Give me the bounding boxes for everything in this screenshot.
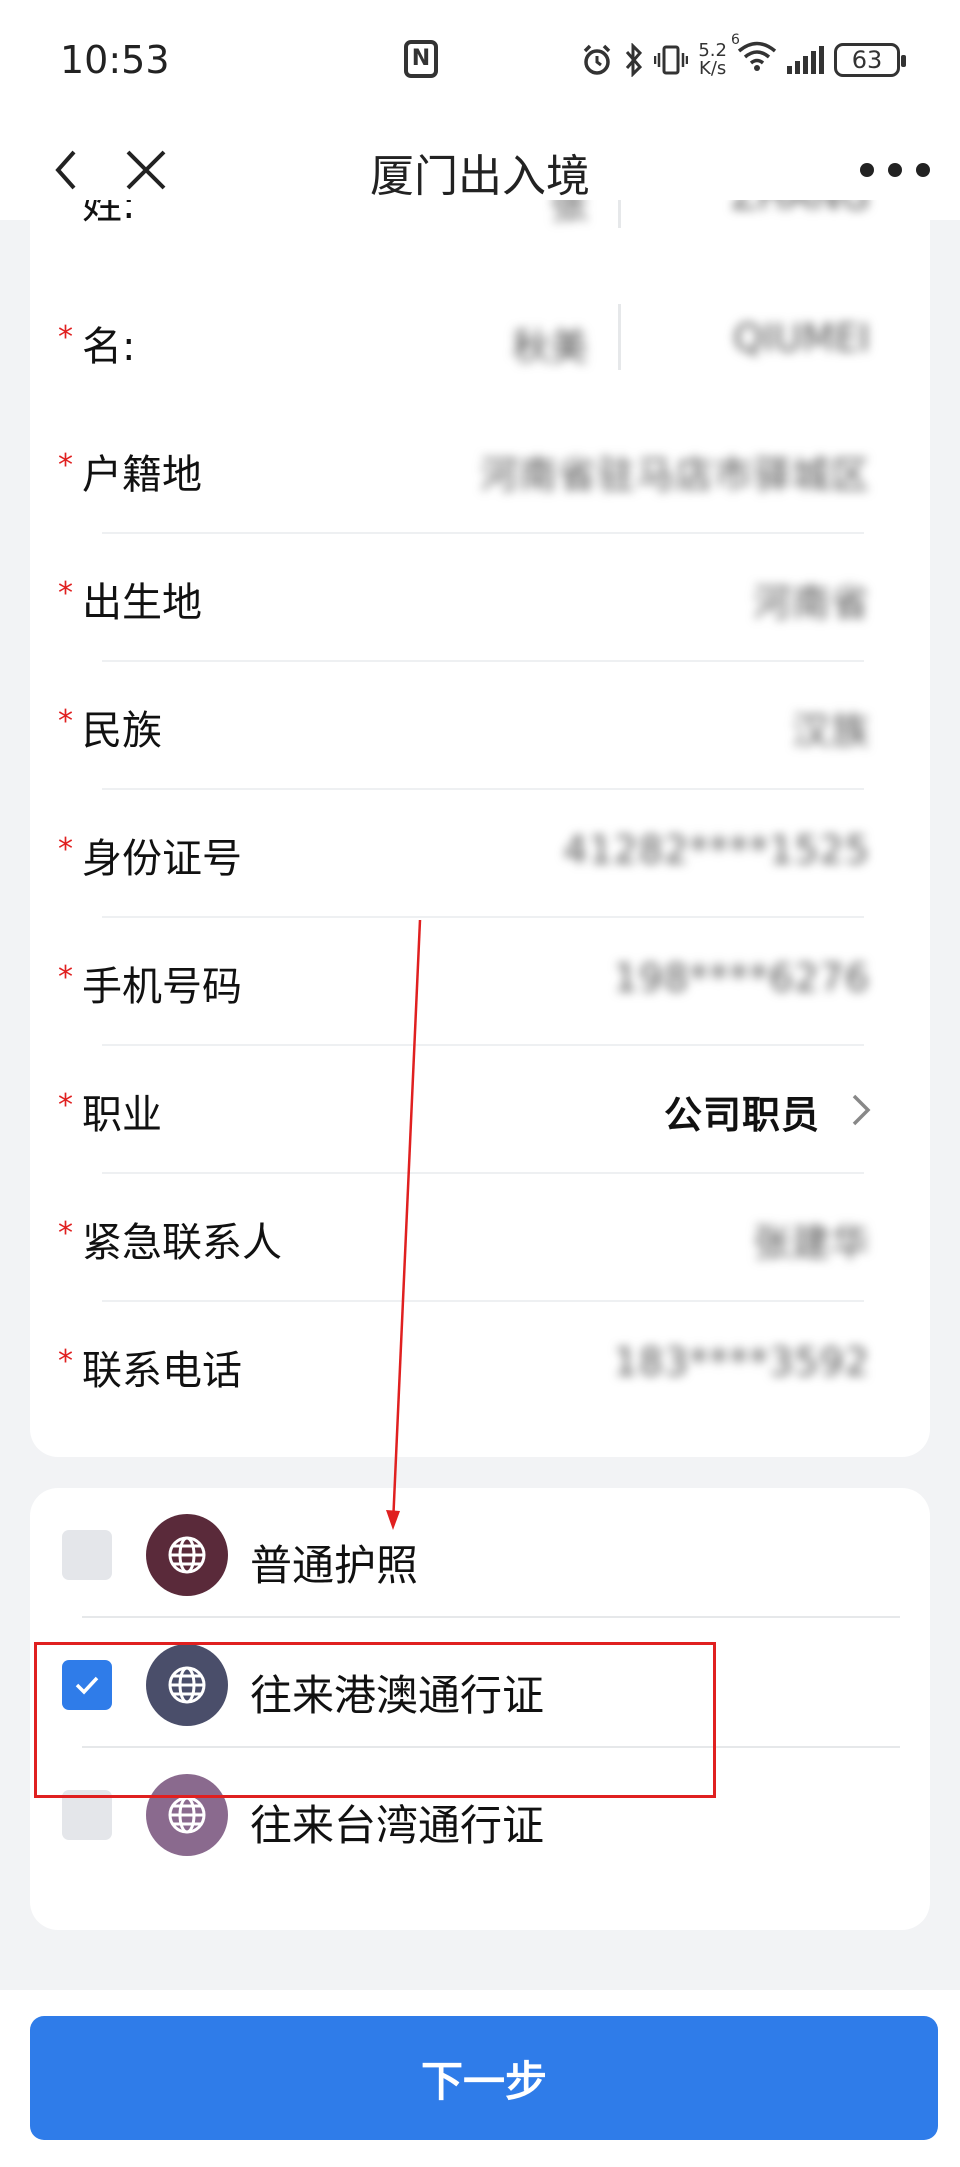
bottom-action-bar: 下一步 xyxy=(0,1990,960,2167)
form-value: 183****3592 xyxy=(613,1340,870,1384)
required-mark: * xyxy=(58,576,73,611)
occupation-value[interactable]: 公司职员 xyxy=(664,1084,820,1139)
surname-en-value[interactable]: ZHANG xyxy=(732,200,870,218)
vibrate-icon xyxy=(654,45,689,75)
more-icon-dot xyxy=(888,163,902,177)
net-speed: 5.2 K/s xyxy=(698,40,727,79)
form-value: 198****6276 xyxy=(613,956,870,1000)
form-row-emergency-contact[interactable]: * 紧急联系人 张建华 xyxy=(30,1174,930,1302)
applicant-form: * 姓: 张 ZHANG * 名: 秋美 QIUMEI * 户籍地 河南省驻马店… xyxy=(30,200,930,1457)
status-bar: 10:53 N 5.2 K/s 6 63 xyxy=(0,0,960,120)
nfc-icon: N xyxy=(404,40,438,78)
field-separator xyxy=(618,304,621,370)
form-label: 户籍地 xyxy=(82,452,202,498)
signal-icon xyxy=(787,46,824,74)
status-time: 10:53 xyxy=(60,38,170,82)
form-label: 名: xyxy=(82,324,136,370)
form-row-ethnicity[interactable]: * 民族 汉族 xyxy=(30,662,930,790)
required-mark: * xyxy=(58,960,73,995)
required-mark: * xyxy=(58,1216,73,1251)
field-separator xyxy=(618,200,621,228)
page-title: 厦门出入境 xyxy=(370,151,590,202)
required-mark: * xyxy=(58,1088,73,1123)
wifi-icon: 6 xyxy=(731,32,777,80)
form-row-surname[interactable]: * 姓: 张 ZHANG xyxy=(30,200,930,264)
battery-icon: 63 xyxy=(834,43,906,77)
form-row-id-number[interactable]: * 身份证号 41282****1525 xyxy=(30,790,930,918)
required-mark: * xyxy=(58,448,73,483)
form-label: 联系电话 xyxy=(82,1348,242,1394)
more-icon-dot xyxy=(916,163,930,177)
form-value: 41282****1525 xyxy=(563,828,870,872)
form-value: 张建华 xyxy=(752,1221,870,1265)
document-label: 往来台湾通行证 xyxy=(250,1801,545,1850)
form-row-occupation[interactable]: * 职业 公司职员 xyxy=(30,1046,930,1174)
alarm-icon xyxy=(584,44,611,75)
surname-cn-value[interactable]: 张 xyxy=(550,200,588,229)
checkbox[interactable] xyxy=(62,1530,112,1580)
form-row-contact-phone[interactable]: * 联系电话 183****3592 xyxy=(30,1302,930,1430)
bluetooth-icon xyxy=(626,43,643,77)
required-mark: * xyxy=(58,200,73,213)
form-label: 姓: xyxy=(82,200,136,228)
required-mark: * xyxy=(58,320,73,355)
status-icons: 5.2 K/s 6 63 xyxy=(580,32,906,84)
form-row-mobile[interactable]: * 手机号码 198****6276 xyxy=(30,918,930,1046)
more-button[interactable] xyxy=(860,142,930,198)
form-value: 河南省驻马店市驿城区 xyxy=(479,453,870,497)
form-label: 手机号码 xyxy=(82,964,242,1010)
document-label: 普通护照 xyxy=(250,1541,419,1590)
document-option-passport[interactable]: 普通护照 xyxy=(30,1488,930,1618)
required-mark: * xyxy=(58,832,73,867)
more-icon-dot xyxy=(860,163,874,177)
given-name-cn-value[interactable]: 秋美 xyxy=(512,316,588,371)
chevron-right-icon xyxy=(852,1094,871,1126)
form-label: 民族 xyxy=(82,708,162,754)
form-label: 出生地 xyxy=(82,580,202,626)
form-value: 汉族 xyxy=(791,709,870,753)
form-row-given-name[interactable]: * 名: 秋美 QIUMEI xyxy=(30,278,930,406)
annotation-highlight-box xyxy=(34,1642,716,1798)
form-row-birthplace[interactable]: * 出生地 河南省 xyxy=(30,534,930,662)
form-row-household-registration[interactable]: * 户籍地 河南省驻马店市驿城区 xyxy=(30,406,930,534)
form-value: 河南省 xyxy=(752,581,870,625)
required-mark: * xyxy=(58,1344,73,1379)
required-mark: * xyxy=(58,704,73,739)
given-name-en-value[interactable]: QIUMEI xyxy=(733,316,870,360)
form-label: 紧急联系人 xyxy=(82,1220,282,1266)
next-step-button[interactable]: 下一步 xyxy=(30,2016,938,2140)
form-label: 职业 xyxy=(82,1092,162,1138)
globe-icon xyxy=(146,1514,228,1596)
form-label: 身份证号 xyxy=(82,836,242,882)
